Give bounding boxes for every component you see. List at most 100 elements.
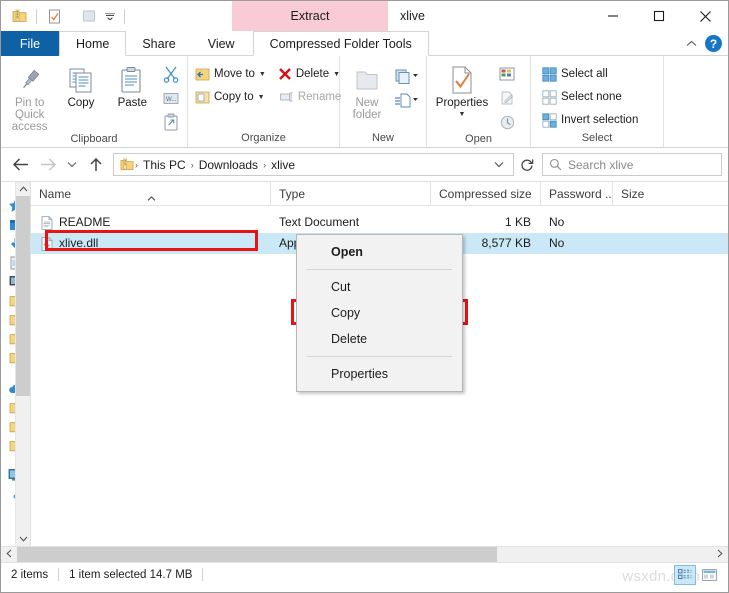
open-with-icon[interactable]: [495, 63, 519, 85]
ribbon-right-controls: ?: [686, 31, 722, 56]
breadcrumb-item-xlive[interactable]: xlive: [267, 158, 299, 172]
large-icons-view-button[interactable]: [698, 565, 720, 585]
edit-icon[interactable]: [495, 87, 519, 109]
copy-to-label: Copy to: [214, 91, 254, 103]
context-menu-item-cut[interactable]: Cut: [297, 274, 462, 300]
close-button[interactable]: [682, 1, 728, 31]
tab-share[interactable]: Share: [126, 31, 191, 56]
new-folder-icon[interactable]: [79, 6, 99, 26]
maximize-button[interactable]: [636, 1, 682, 31]
column-header-name[interactable]: Name: [31, 182, 271, 206]
column-header-compressed-size[interactable]: Compressed size: [431, 182, 541, 206]
select-none-button[interactable]: Select none: [539, 86, 641, 108]
delete-chevron-down-icon[interactable]: ▼: [333, 71, 340, 78]
search-input[interactable]: Search xlive: [542, 153, 722, 176]
breadcrumb[interactable]: › This PC › Downloads › xlive: [113, 153, 514, 176]
ribbon-group-select: Select all Select none Invert selection …: [531, 56, 664, 147]
hscroll-thumb[interactable]: [17, 546, 497, 563]
delete-label: Delete: [295, 68, 330, 80]
context-menu-separator-1: [307, 269, 452, 270]
copy-to-chevron-down-icon[interactable]: ▼: [258, 94, 265, 101]
select-all-button[interactable]: Select all: [539, 63, 641, 85]
recent-locations-button[interactable]: [63, 152, 81, 178]
column-header-size[interactable]: Size: [613, 182, 673, 206]
invert-selection-button[interactable]: Invert selection: [539, 109, 641, 131]
tab-home[interactable]: Home: [59, 31, 127, 56]
properties-button[interactable]: Properties ▼: [431, 59, 493, 121]
nav-scroll-up-icon[interactable]: [19, 182, 28, 196]
paste-shortcut-icon[interactable]: [159, 111, 183, 133]
context-menu-item-delete[interactable]: Delete: [297, 326, 462, 352]
hscroll-track[interactable]: [17, 546, 712, 563]
status-bar: 2 items 1 item selected 14.7 MB wsxdn.co…: [1, 562, 728, 586]
delete-button[interactable]: Delete ▼: [275, 63, 344, 85]
customize-dropdown-icon[interactable]: [103, 6, 117, 26]
row-password-cell: No: [549, 236, 565, 250]
navigation-pane[interactable]: [1, 182, 31, 546]
row-name-label: xlive.dll: [59, 236, 99, 250]
zip-folder-icon[interactable]: [9, 6, 29, 26]
row-password-cell: No: [549, 215, 565, 229]
ribbon: Pin to Quick access Copy Paste W... Clip…: [1, 56, 728, 148]
forward-button[interactable]: [35, 152, 61, 178]
hscroll-right-icon[interactable]: [712, 549, 728, 560]
context-menu-item-open-label: Open: [331, 245, 363, 259]
cut-icon[interactable]: [159, 63, 183, 85]
column-header-password[interactable]: Password ...: [541, 182, 613, 206]
status-separator-2: [202, 568, 204, 581]
navigation-pane-scroll-thumb[interactable]: [16, 196, 30, 396]
file-list-pane[interactable]: Name Type Compressed size Password ... S…: [31, 182, 728, 546]
new-item-icon[interactable]: [392, 65, 422, 87]
context-menu-item-copy[interactable]: Copy: [297, 300, 462, 326]
new-folder-button[interactable]: New folder: [344, 59, 390, 121]
column-header-type[interactable]: Type: [271, 182, 431, 206]
back-button[interactable]: [7, 152, 33, 178]
move-to-chevron-down-icon[interactable]: ▼: [259, 71, 266, 78]
select-all-label: Select all: [561, 68, 608, 80]
details-view-button[interactable]: [674, 565, 696, 585]
context-menu-item-open[interactable]: Open: [297, 239, 462, 265]
breadcrumb-item-downloads[interactable]: Downloads: [195, 158, 262, 172]
up-button[interactable]: [83, 152, 109, 178]
rename-button[interactable]: Rename: [275, 86, 344, 108]
context-menu-item-cut-label: Cut: [331, 280, 351, 294]
context-menu[interactable]: Open Cut Copy Delete Properties: [296, 234, 463, 392]
window-title-text: xlive: [400, 9, 426, 23]
pin-to-quick-access-button[interactable]: Pin to Quick access: [5, 59, 54, 133]
breadcrumb-chevron-down-icon[interactable]: [489, 154, 509, 175]
easy-access-icon[interactable]: [392, 89, 422, 111]
row-compressed-size-cell: 1 KB: [504, 215, 531, 229]
horizontal-scrollbar[interactable]: [1, 546, 728, 563]
new-group-label: New: [371, 132, 394, 144]
navigation-pane-scrollbar[interactable]: [15, 182, 30, 546]
tab-file[interactable]: File: [1, 31, 59, 56]
nav-scroll-down-icon[interactable]: [19, 532, 28, 546]
title-bar: Extract xlive: [1, 1, 728, 31]
copy-button[interactable]: Copy: [56, 59, 105, 109]
collapse-ribbon-icon[interactable]: [686, 39, 697, 49]
table-row[interactable]: README Text Document 1 KB No: [31, 212, 728, 233]
copy-path-icon[interactable]: W...: [159, 87, 183, 109]
properties-icon[interactable]: [44, 6, 64, 26]
help-icon[interactable]: ?: [705, 35, 722, 52]
hscroll-left-icon[interactable]: [1, 549, 17, 560]
view-layout-buttons: [674, 563, 720, 587]
qat-separator-1: [36, 8, 37, 24]
breadcrumb-item-this-pc[interactable]: This PC: [139, 158, 190, 172]
search-placeholder: Search xlive: [568, 157, 634, 172]
context-menu-item-delete-label: Delete: [331, 332, 368, 346]
properties-icon: [449, 63, 475, 97]
tab-compressed-folder-tools[interactable]: Compressed Folder Tools: [252, 31, 429, 56]
clipboard-small-icons: W...: [159, 59, 183, 133]
tab-view[interactable]: View: [192, 31, 251, 56]
properties-chevron-down-icon[interactable]: ▼: [459, 109, 466, 121]
minimize-button[interactable]: [590, 1, 636, 31]
history-icon[interactable]: [495, 111, 519, 133]
context-menu-item-properties[interactable]: Properties: [297, 361, 462, 387]
paste-button[interactable]: Paste: [108, 59, 157, 109]
copy-to-button[interactable]: Copy to ▼: [192, 86, 269, 108]
move-to-button[interactable]: Move to ▼: [192, 63, 269, 85]
refresh-button[interactable]: [516, 153, 538, 176]
tab-share-label: Share: [142, 36, 176, 51]
context-menu-item-copy-label: Copy: [331, 306, 361, 320]
